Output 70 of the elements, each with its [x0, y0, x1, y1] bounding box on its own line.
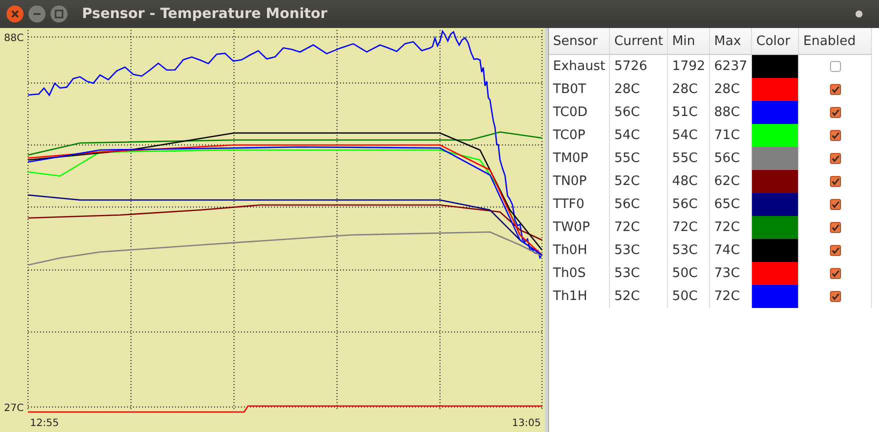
table-cell: 52C — [610, 285, 668, 308]
column-header[interactable]: Enabled — [798, 28, 872, 54]
column-header[interactable]: Min — [668, 28, 710, 54]
column-header[interactable]: Sensor — [549, 28, 610, 54]
table-cell: 5726 — [610, 54, 668, 78]
checkbox[interactable] — [830, 268, 841, 279]
table-cell: 56C — [610, 193, 668, 216]
column-header[interactable]: Current — [610, 28, 668, 54]
table-cell: 56C — [668, 193, 710, 216]
table-cell: 53C — [668, 239, 710, 262]
table-cell: TTF0 — [549, 193, 610, 216]
color-swatch[interactable] — [752, 216, 798, 239]
color-swatch[interactable] — [752, 285, 798, 308]
axis-label: 13:05 — [512, 418, 541, 429]
table-cell: Th0H — [549, 239, 610, 262]
minimize-button[interactable] — [28, 5, 46, 23]
color-swatch[interactable] — [752, 193, 798, 216]
table-cell: 53C — [610, 239, 668, 262]
color-swatch[interactable] — [752, 55, 798, 78]
table-cell: 28C — [668, 78, 710, 101]
table-cell: TC0P — [549, 124, 610, 147]
table-cell: 54C — [668, 124, 710, 147]
table-cell: Exhaust — [549, 54, 610, 78]
table-cell: TN0P — [549, 170, 610, 193]
axis-label: 12:55 — [30, 418, 59, 429]
table-cell: 1792 — [668, 54, 710, 78]
color-swatch[interactable] — [752, 78, 798, 101]
column-header[interactable]: Max — [710, 28, 752, 54]
table-cell: 54C — [610, 124, 668, 147]
table-cell: 53C — [610, 262, 668, 285]
maximize-button[interactable] — [50, 5, 68, 23]
table-cell: TW0P — [549, 216, 610, 239]
table-cell: 56C — [610, 101, 668, 124]
checkbox[interactable] — [830, 176, 841, 187]
color-swatch[interactable] — [752, 101, 798, 124]
color-swatch[interactable] — [752, 262, 798, 285]
color-swatch[interactable] — [752, 147, 798, 170]
table-cell: 50C — [668, 285, 710, 308]
table-cell: 72C — [610, 216, 668, 239]
table-cell: TB0T — [549, 78, 610, 101]
checkbox[interactable] — [830, 130, 841, 141]
color-swatch[interactable] — [752, 239, 798, 262]
table-cell: TM0P — [549, 147, 610, 170]
close-button[interactable] — [6, 5, 24, 23]
table-cell: 72C — [668, 216, 710, 239]
axis-label: 88C — [4, 33, 24, 44]
checkbox[interactable] — [830, 290, 841, 302]
axis-label: 27C — [4, 403, 24, 414]
table-cell: 50C — [668, 262, 710, 285]
column-header[interactable]: Color — [752, 28, 799, 54]
checkbox[interactable] — [830, 244, 841, 256]
window-title: Psensor - Temperature Monitor — [82, 6, 328, 22]
table-cell: 48C — [668, 170, 710, 193]
checkbox[interactable] — [830, 84, 841, 95]
table-cell: 55C — [610, 147, 668, 170]
table-cell: Th0S — [549, 262, 610, 285]
table-cell: TC0D — [549, 101, 610, 124]
table-cell: 55C — [668, 147, 710, 170]
checkbox[interactable] — [830, 60, 841, 72]
table-cell: 52C — [610, 170, 668, 193]
color-swatch[interactable] — [752, 124, 798, 147]
checkbox[interactable] — [830, 106, 841, 118]
color-swatch[interactable] — [752, 170, 798, 193]
checkbox[interactable] — [830, 152, 841, 164]
checkbox[interactable] — [830, 222, 841, 233]
table-cell: Th1H — [549, 285, 610, 308]
checkbox[interactable] — [830, 198, 841, 210]
menu-icon[interactable] — [855, 10, 863, 18]
table-cell: 51C — [668, 101, 710, 124]
table-cell: 28C — [610, 78, 668, 101]
